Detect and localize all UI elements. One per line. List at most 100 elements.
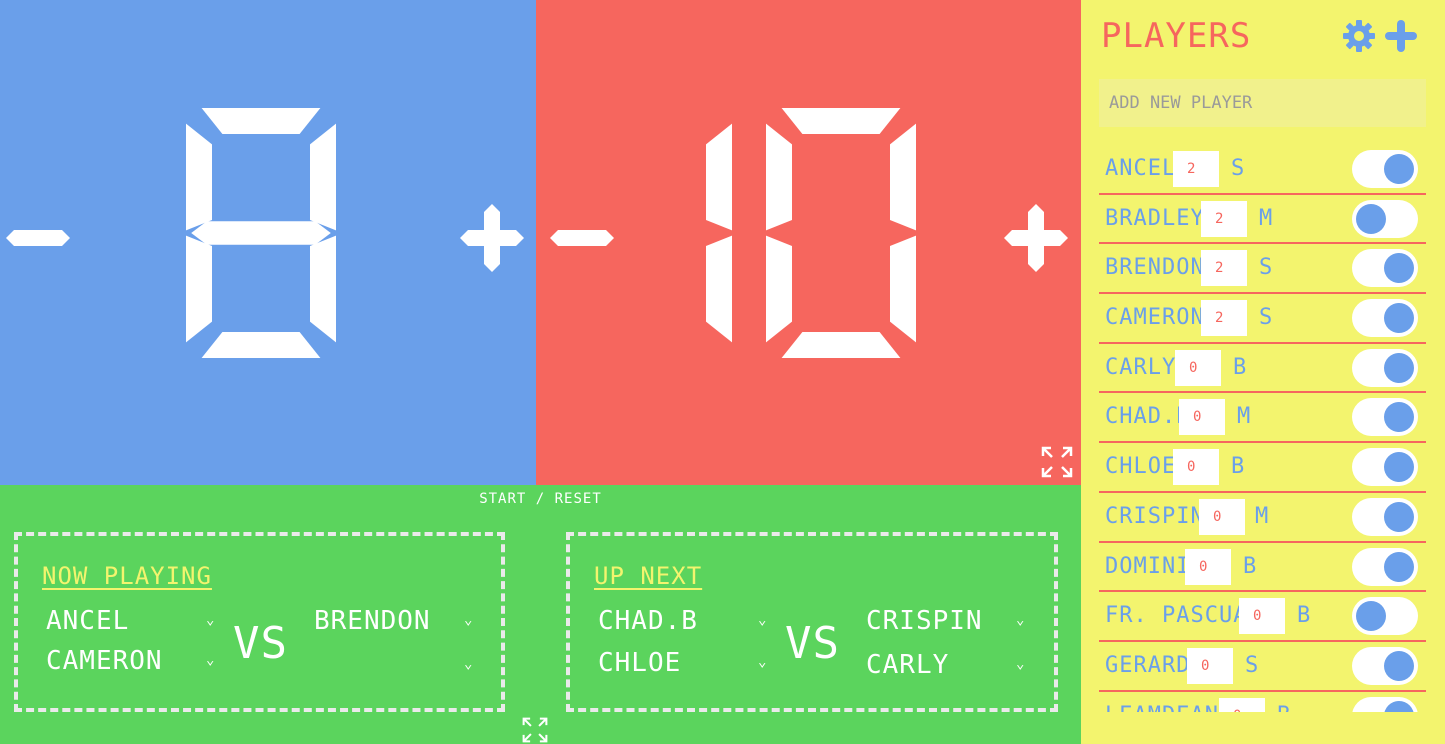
player-name: CAMERON (1105, 305, 1205, 331)
player-row: DOMINIC 0 B (1099, 543, 1426, 593)
now-left-player-2[interactable]: CAMERON (46, 646, 163, 676)
plus-icon (460, 204, 524, 272)
player-level: M (1259, 205, 1274, 231)
toggle-knob (1384, 402, 1414, 433)
players-title: PLAYERS (1101, 16, 1252, 56)
player-active-toggle[interactable] (1352, 199, 1418, 238)
player-games-count[interactable]: 2 (1173, 151, 1219, 187)
toggle-knob (1384, 303, 1414, 334)
player-active-toggle[interactable] (1352, 448, 1418, 487)
player-level: S (1259, 305, 1274, 331)
player-row: CHAD.B 0 M (1099, 393, 1426, 444)
blue-digit-segment (186, 235, 212, 343)
up-next-title: UP NEXT (594, 562, 703, 590)
player-games-count[interactable]: 0 (1173, 449, 1219, 486)
next-right-player-1[interactable]: CRISPIN (866, 606, 983, 636)
player-games-count[interactable]: 0 (1187, 647, 1233, 684)
chevron-down-icon[interactable]: ⌄ (1016, 612, 1024, 628)
player-name: CHLOE (1105, 454, 1177, 480)
player-list: ANCEL 2 S BRADLEY 2 M BRENDON 2 S CAMERON 2 S CARLY 0… (1099, 145, 1426, 712)
minus-icon (550, 230, 614, 246)
player-active-toggle[interactable] (1352, 348, 1418, 387)
player-level: B (1243, 553, 1258, 579)
player-games-count[interactable]: 0 (1239, 598, 1285, 635)
up-next-box: UP NEXT CHAD.B ⌄ CHLOE ⌄ VS CRISPIN ⌄ CA… (566, 532, 1058, 712)
player-name: CHAD.B (1105, 404, 1191, 430)
player-games-count[interactable]: 0 (1219, 697, 1265, 712)
toggle-knob (1384, 154, 1414, 184)
player-active-toggle[interactable] (1352, 497, 1418, 536)
chevron-down-icon[interactable]: ⌄ (1016, 656, 1024, 672)
next-left-player-1[interactable]: CHAD.B (598, 606, 698, 636)
player-name: LEAMDEAN (1105, 703, 1219, 712)
toggle-knob (1384, 551, 1414, 582)
player-row: GERARD 0 S (1099, 642, 1426, 692)
expand-matches-icon[interactable] (522, 717, 548, 743)
blue-plus-button[interactable] (454, 200, 530, 276)
red-digit-segment (766, 235, 792, 343)
blue-digit-segment (310, 123, 336, 231)
start-reset-button[interactable]: START / RESET (0, 491, 1081, 507)
blue-digit-segment (201, 108, 321, 134)
minus-icon (6, 230, 70, 246)
player-active-toggle[interactable] (1352, 398, 1418, 437)
player-active-toggle[interactable] (1352, 249, 1418, 288)
player-level: B (1277, 703, 1291, 712)
blue-score-display (186, 108, 336, 358)
chevron-down-icon[interactable]: ⌄ (758, 654, 766, 670)
toggle-knob (1356, 203, 1386, 234)
player-name: GERARD (1105, 652, 1191, 678)
chevron-down-icon[interactable]: ⌄ (206, 652, 214, 668)
player-active-toggle[interactable] (1352, 696, 1418, 712)
player-row: CHLOE 0 B (1099, 443, 1426, 493)
expand-scores-icon[interactable] (1041, 446, 1073, 478)
player-games-count[interactable]: 2 (1201, 200, 1247, 237)
add-player-icon[interactable] (1383, 18, 1419, 54)
player-level: M (1237, 404, 1252, 430)
gear-icon[interactable] (1341, 18, 1377, 54)
team-blue-panel (0, 0, 536, 485)
next-right-player-2[interactable]: CARLY (866, 650, 949, 680)
toggle-knob (1384, 253, 1414, 284)
new-player-input[interactable] (1099, 79, 1426, 127)
red-digit-segment (706, 235, 732, 343)
player-active-toggle[interactable] (1352, 646, 1418, 685)
now-playing-box: NOW PLAYING ANCEL ⌄ CAMERON ⌄ VS BRENDON… (14, 532, 505, 712)
team-red-panel (536, 0, 1081, 485)
match-panel: START / RESET NOW PLAYING ANCEL ⌄ CAMERO… (0, 485, 1081, 744)
player-active-toggle[interactable] (1352, 150, 1418, 188)
red-digit-segment (781, 108, 901, 134)
player-active-toggle[interactable] (1352, 547, 1418, 586)
player-name: BRENDON (1105, 255, 1205, 281)
player-row: CRISPIN 0 M (1099, 493, 1426, 543)
player-games-count[interactable]: 0 (1185, 548, 1231, 585)
player-row: LEAMDEAN0 B (1099, 692, 1426, 712)
player-active-toggle[interactable] (1352, 299, 1418, 338)
red-minus-button[interactable] (544, 200, 620, 276)
player-games-count[interactable]: 0 (1199, 498, 1245, 535)
now-playing-title: NOW PLAYING (42, 562, 212, 590)
player-games-count[interactable]: 0 (1175, 349, 1221, 386)
next-left-player-2[interactable]: CHLOE (598, 648, 681, 678)
player-games-count[interactable]: 2 (1201, 300, 1247, 337)
chevron-down-icon[interactable]: ⌄ (206, 612, 214, 628)
chevron-down-icon[interactable]: ⌄ (758, 612, 766, 628)
chevron-down-icon[interactable]: ⌄ (464, 656, 472, 672)
player-games-count[interactable]: 0 (1179, 399, 1225, 436)
player-row: ANCEL 2 S (1099, 145, 1426, 195)
red-digit-segment (766, 123, 792, 231)
now-left-player-1[interactable]: ANCEL (46, 606, 129, 636)
now-right-player-1[interactable]: BRENDON (314, 606, 431, 636)
blue-digit-segment (186, 123, 212, 231)
player-row: FR. PASCUAL 0 B (1099, 592, 1426, 642)
red-plus-button[interactable] (998, 200, 1074, 276)
red-digit-segment (890, 235, 916, 343)
chevron-down-icon[interactable]: ⌄ (464, 612, 472, 628)
player-games-count[interactable]: 2 (1201, 250, 1247, 287)
toggle-knob (1384, 700, 1414, 712)
player-active-toggle[interactable] (1352, 597, 1418, 636)
player-row: BRADLEY 2 M (1099, 195, 1426, 245)
red-digit-segment (706, 123, 732, 231)
blue-minus-button[interactable] (0, 200, 76, 276)
player-level: B (1233, 354, 1248, 380)
